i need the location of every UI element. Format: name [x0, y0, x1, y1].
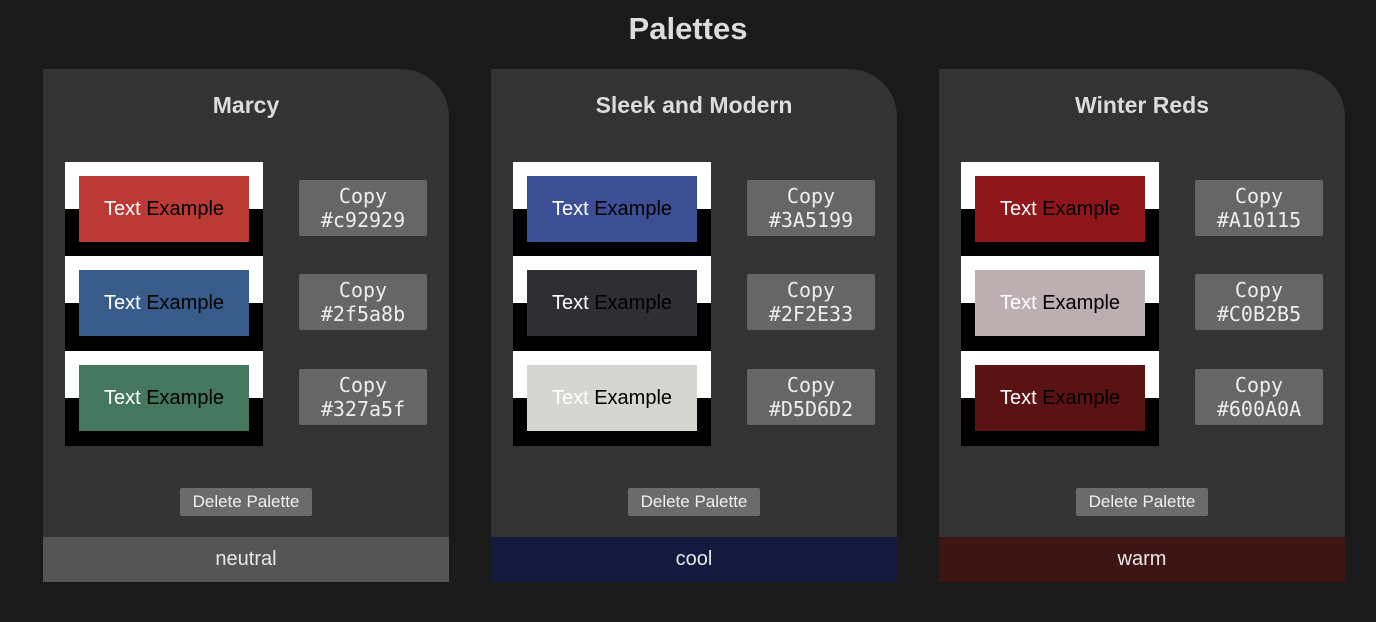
palette-category: neutral — [43, 537, 449, 582]
color-row: Text Example Copy #600A0A — [961, 351, 1345, 446]
copy-color-button[interactable]: Copy #327a5f — [299, 369, 427, 425]
copy-color-button[interactable]: Copy #2F2E33 — [747, 274, 875, 330]
copy-label: Copy — [338, 278, 388, 302]
copy-color-button[interactable]: Copy #c92929 — [299, 180, 427, 236]
text-on-white-sample: Text — [103, 198, 141, 220]
text-on-black-sample: Example — [1042, 387, 1121, 409]
text-on-white-sample: Text — [551, 198, 589, 220]
color-swatch: Text Example — [975, 176, 1145, 242]
color-hex: #D5D6D2 — [768, 397, 854, 421]
copy-color-button[interactable]: Copy #D5D6D2 — [747, 369, 875, 425]
copy-color-button[interactable]: Copy #A10115 — [1195, 180, 1323, 236]
contrast-preview: Text Example — [961, 162, 1159, 257]
text-on-white-sample: Text — [999, 198, 1037, 220]
color-swatch: Text Example — [975, 270, 1145, 336]
palette-card-winter-reds: Winter Reds Text Example Copy #A10115 Te… — [939, 69, 1345, 582]
copy-color-button[interactable]: Copy #2f5a8b — [299, 274, 427, 330]
contrast-preview: Text Example — [513, 256, 711, 351]
copy-label: Copy — [1234, 373, 1284, 397]
copy-label: Copy — [1234, 278, 1284, 302]
text-on-white-sample: Text — [103, 387, 141, 409]
text-on-black-sample: Example — [594, 387, 673, 409]
palette-name: Marcy — [212, 92, 280, 118]
text-on-black-sample: Example — [146, 292, 225, 314]
page-title: Palettes — [628, 11, 748, 46]
contrast-preview: Text Example — [65, 256, 263, 351]
color-row: Text Example Copy #3A5199 — [513, 162, 897, 257]
color-row: Text Example Copy #327a5f — [65, 351, 449, 446]
color-hex: #600A0A — [1216, 397, 1302, 421]
color-hex: #2f5a8b — [320, 302, 406, 326]
copy-label: Copy — [786, 278, 836, 302]
palette-card-marcy: Marcy Text Example Copy #c92929 Text Exa… — [43, 69, 449, 582]
delete-palette-button[interactable]: Delete Palette — [1076, 488, 1208, 516]
color-swatch: Text Example — [79, 176, 249, 242]
delete-palette-button[interactable]: Delete Palette — [628, 488, 760, 516]
palette-category: cool — [491, 537, 897, 582]
text-on-white-sample: Text — [999, 292, 1037, 314]
color-hex: #327a5f — [320, 397, 406, 421]
color-row: Text Example Copy #2f5a8b — [65, 256, 449, 351]
color-swatch: Text Example — [79, 365, 249, 431]
text-on-black-sample: Example — [1042, 198, 1121, 220]
color-swatch: Text Example — [79, 270, 249, 336]
text-on-white-sample: Text — [551, 292, 589, 314]
color-hex: #2F2E33 — [768, 302, 854, 326]
text-on-white-sample: Text — [999, 387, 1037, 409]
color-row: Text Example Copy #2F2E33 — [513, 256, 897, 351]
palette-name: Sleek and Modern — [595, 92, 793, 118]
copy-label: Copy — [338, 373, 388, 397]
color-swatch: Text Example — [527, 270, 697, 336]
text-on-black-sample: Example — [1042, 292, 1121, 314]
text-on-black-sample: Example — [594, 198, 673, 220]
text-on-black-sample: Example — [146, 198, 225, 220]
palette-card-sleek-and-modern: Sleek and Modern Text Example Copy #3A51… — [491, 69, 897, 582]
copy-color-button[interactable]: Copy #600A0A — [1195, 369, 1323, 425]
color-row: Text Example Copy #c92929 — [65, 162, 449, 257]
palette-name: Winter Reds — [1075, 92, 1209, 118]
color-hex: #A10115 — [1216, 208, 1302, 232]
contrast-preview: Text Example — [65, 351, 263, 446]
copy-label: Copy — [786, 373, 836, 397]
contrast-preview: Text Example — [513, 162, 711, 257]
color-row: Text Example Copy #C0B2B5 — [961, 256, 1345, 351]
contrast-preview: Text Example — [961, 351, 1159, 446]
delete-palette-button[interactable]: Delete Palette — [180, 488, 312, 516]
contrast-preview: Text Example — [513, 351, 711, 446]
copy-label: Copy — [1234, 184, 1284, 208]
copy-color-button[interactable]: Copy #3A5199 — [747, 180, 875, 236]
palette-category: warm — [939, 537, 1345, 582]
copy-color-button[interactable]: Copy #C0B2B5 — [1195, 274, 1323, 330]
color-row: Text Example Copy #A10115 — [961, 162, 1345, 257]
color-swatch: Text Example — [527, 365, 697, 431]
text-on-black-sample: Example — [146, 387, 225, 409]
contrast-preview: Text Example — [961, 256, 1159, 351]
contrast-preview: Text Example — [65, 162, 263, 257]
color-swatch: Text Example — [527, 176, 697, 242]
color-hex: #c92929 — [320, 208, 406, 232]
copy-label: Copy — [786, 184, 836, 208]
color-swatch: Text Example — [975, 365, 1145, 431]
color-row: Text Example Copy #D5D6D2 — [513, 351, 897, 446]
text-on-black-sample: Example — [594, 292, 673, 314]
text-on-white-sample: Text — [103, 292, 141, 314]
color-hex: #C0B2B5 — [1216, 302, 1302, 326]
color-hex: #3A5199 — [768, 208, 854, 232]
copy-label: Copy — [338, 184, 388, 208]
text-on-white-sample: Text — [551, 387, 589, 409]
